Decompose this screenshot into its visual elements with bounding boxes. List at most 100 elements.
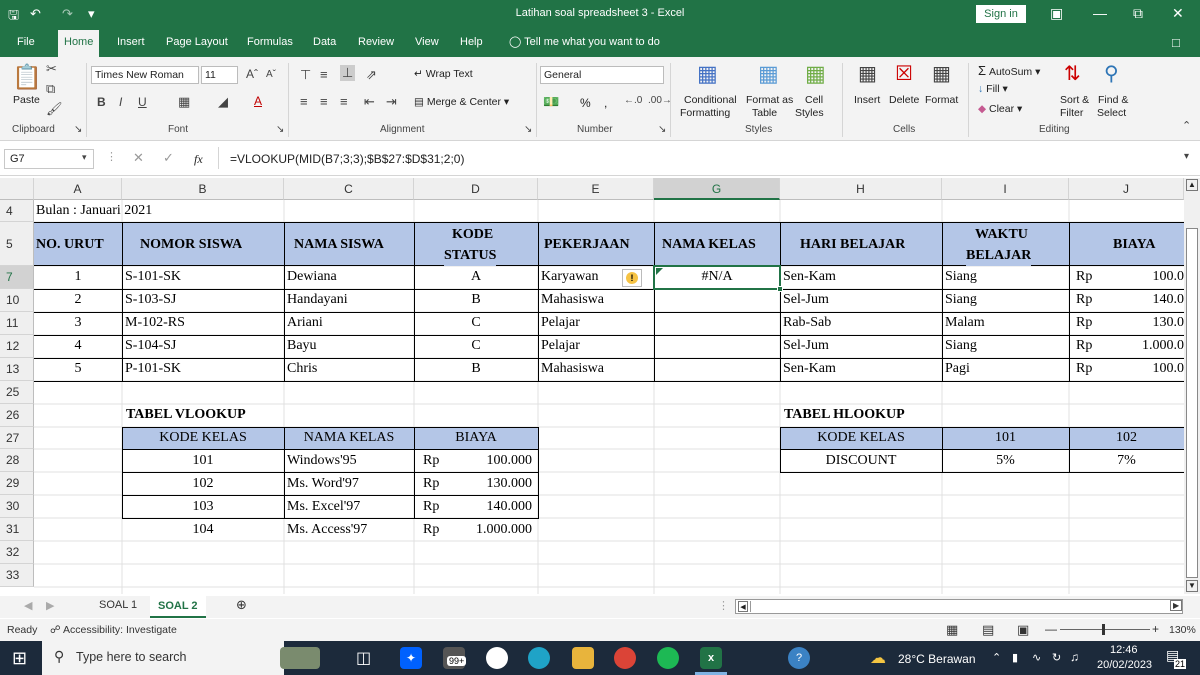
percent-button[interactable]: % [580,96,591,110]
cell-nama-siswa[interactable]: Ariani [287,312,412,334]
cell-nomor-siswa[interactable]: S-103-SJ [125,289,280,311]
cell-hari-belajar[interactable]: Sel-Jum [783,335,938,357]
sign-in-button[interactable]: Sign in [976,5,1026,23]
normal-view-icon[interactable]: ▦ [946,622,958,638]
vlookup-kode[interactable]: 103 [122,496,284,518]
restore-button[interactable]: ⧉ [1133,5,1143,22]
cell-nama-siswa[interactable]: Bayu [287,335,412,357]
cell-waktu-belajar[interactable]: Siang [945,266,1067,288]
row-header-11[interactable]: 11 [0,312,34,335]
row-header-29[interactable]: 29 [0,472,34,495]
tab-home[interactable]: Home [58,30,100,57]
vlookup-currency[interactable]: Rp [423,473,453,495]
tell-me-search[interactable]: ◯ Tell me what you want to do [509,35,660,48]
vlookup-kode[interactable]: 101 [122,450,284,472]
error-warning-icon[interactable]: ! [622,269,642,287]
insert-cells-button[interactable]: Insert [854,94,880,106]
scroll-down-icon[interactable]: ▼ [1186,580,1198,592]
cell-styles-icon[interactable]: ▦ [805,61,826,87]
prev-sheet-icon[interactable]: ◀ [24,599,32,612]
align-center-icon[interactable]: ≡ [320,94,328,109]
cell-biaya-currency[interactable]: Rp [1076,266,1106,288]
increase-decimal-icon[interactable]: ←.0 [624,95,642,106]
accounting-icon[interactable]: 💵 [543,94,559,110]
weather-icon[interactable]: ☁ [870,648,886,668]
column-header-h[interactable]: H [780,178,942,200]
format-as-table-button[interactable]: Format as [746,94,793,106]
zoom-in-icon[interactable]: + [1152,622,1159,636]
cell-biaya[interactable]: 140.0 [1106,289,1185,311]
row-header-27[interactable]: 27 [0,427,34,449]
task-view-icon[interactable]: ◫ [356,648,371,668]
cell-styles-button[interactable]: Cell [805,94,823,106]
collapse-ribbon-icon[interactable]: ⌃ [1182,119,1191,132]
format-cells-icon[interactable]: ▦ [932,61,951,86]
scroll-right-icon[interactable]: ▶ [1170,600,1183,611]
find-select-button[interactable]: Find & [1098,94,1128,106]
sort-filter-icon[interactable]: ⇅ [1064,61,1081,86]
formula-input[interactable]: =VLOOKUP(MID(B7;3;3);$B$27:$D$31;2;0) [230,152,464,166]
column-header-b[interactable]: B [122,178,284,200]
tray-chevron-icon[interactable]: ⌃ [992,651,1001,664]
bold-icon[interactable]: B [97,95,106,109]
clipboard-launcher-icon[interactable]: ↘ [74,124,82,135]
expand-formula-icon[interactable]: ▾ [1184,151,1189,162]
name-box-dropdown-icon[interactable]: ▾ [82,152,87,163]
cell-no-urut[interactable]: 4 [34,335,122,357]
column-header-j[interactable]: J [1069,178,1184,200]
cell-no-urut[interactable]: 5 [34,358,122,380]
row-header-28[interactable]: 28 [0,449,34,472]
volume-icon[interactable]: ♫ [1070,650,1079,664]
decrease-font-icon[interactable]: Aˇ [266,69,276,80]
vlookup-kode[interactable]: 104 [122,519,284,541]
tab-review[interactable]: Review [358,36,394,48]
tab-page-layout[interactable]: Page Layout [166,36,228,48]
paste-icon[interactable]: 📋 [12,63,42,92]
underline-icon[interactable]: U [138,95,147,109]
tab-view[interactable]: View [415,36,439,48]
spotify-icon[interactable] [657,647,679,669]
font-name-select[interactable]: Times New Roman [91,66,199,84]
cell-kode-status[interactable]: C [414,312,538,334]
paste-button[interactable]: Paste [13,94,40,106]
cell-nomor-siswa[interactable]: P-101-SK [125,358,280,380]
add-sheet-icon[interactable]: ⊕ [236,597,247,613]
windows-start-icon[interactable]: ⊞ [12,648,27,669]
taskbar-search[interactable]: ⚲ Type here to search [42,641,284,675]
cell-kode-status[interactable]: A [414,266,538,288]
insert-cells-icon[interactable]: ▦ [858,61,877,86]
format-painter-icon[interactable]: 🖌 [46,101,63,117]
row-header-10[interactable]: 10 [0,289,34,312]
insert-function-button[interactable]: fx [194,152,203,167]
chrome-icon[interactable] [614,647,636,669]
cell-biaya-currency[interactable]: Rp [1076,358,1106,380]
hlookup-title[interactable]: TABEL HLOOKUP [784,404,905,426]
page-break-view-icon[interactable]: ▣ [1017,622,1029,638]
vlookup-currency[interactable]: Rp [423,519,453,541]
weather-text[interactable]: 28°C Berawan [898,652,976,666]
cell-pekerjaan[interactable]: Karyawan [541,266,621,288]
vlookup-title[interactable]: TABEL VLOOKUP [126,404,246,426]
cell-biaya-currency[interactable]: Rp [1076,335,1106,357]
cell-kode-status[interactable]: C [414,335,538,357]
cell-no-urut[interactable]: 2 [34,289,122,311]
cell-pekerjaan[interactable]: Pelajar [541,312,621,334]
scroll-left-icon[interactable]: ◀ [738,601,748,612]
cell-nomor-siswa[interactable]: S-104-SJ [125,335,280,357]
merge-center-button[interactable]: ▤ Merge & Center ▾ [414,96,509,108]
column-header-d[interactable]: D [414,178,538,200]
enter-icon[interactable]: ✓ [163,150,174,166]
horizontal-scroll-thumb[interactable] [750,601,1170,612]
fill-color-icon[interactable]: ◢ [218,94,228,110]
format-as-table-icon[interactable]: ▦ [758,61,779,87]
cell-biaya-currency[interactable]: Rp [1076,289,1106,311]
font-launcher-icon[interactable]: ↘ [276,124,284,135]
row-header-31[interactable]: 31 [0,518,34,541]
cell-waktu-belajar[interactable]: Pagi [945,358,1067,380]
cell-kode-status[interactable]: B [414,289,538,311]
vlookup-nama[interactable]: Windows'95 [287,450,412,472]
row-header-4[interactable]: 4 [0,200,34,222]
vlookup-biaya[interactable]: 130.000 [450,473,533,495]
cell-biaya[interactable]: 1.000.0 [1106,335,1184,357]
orientation-icon[interactable]: ⇗ [366,67,377,83]
